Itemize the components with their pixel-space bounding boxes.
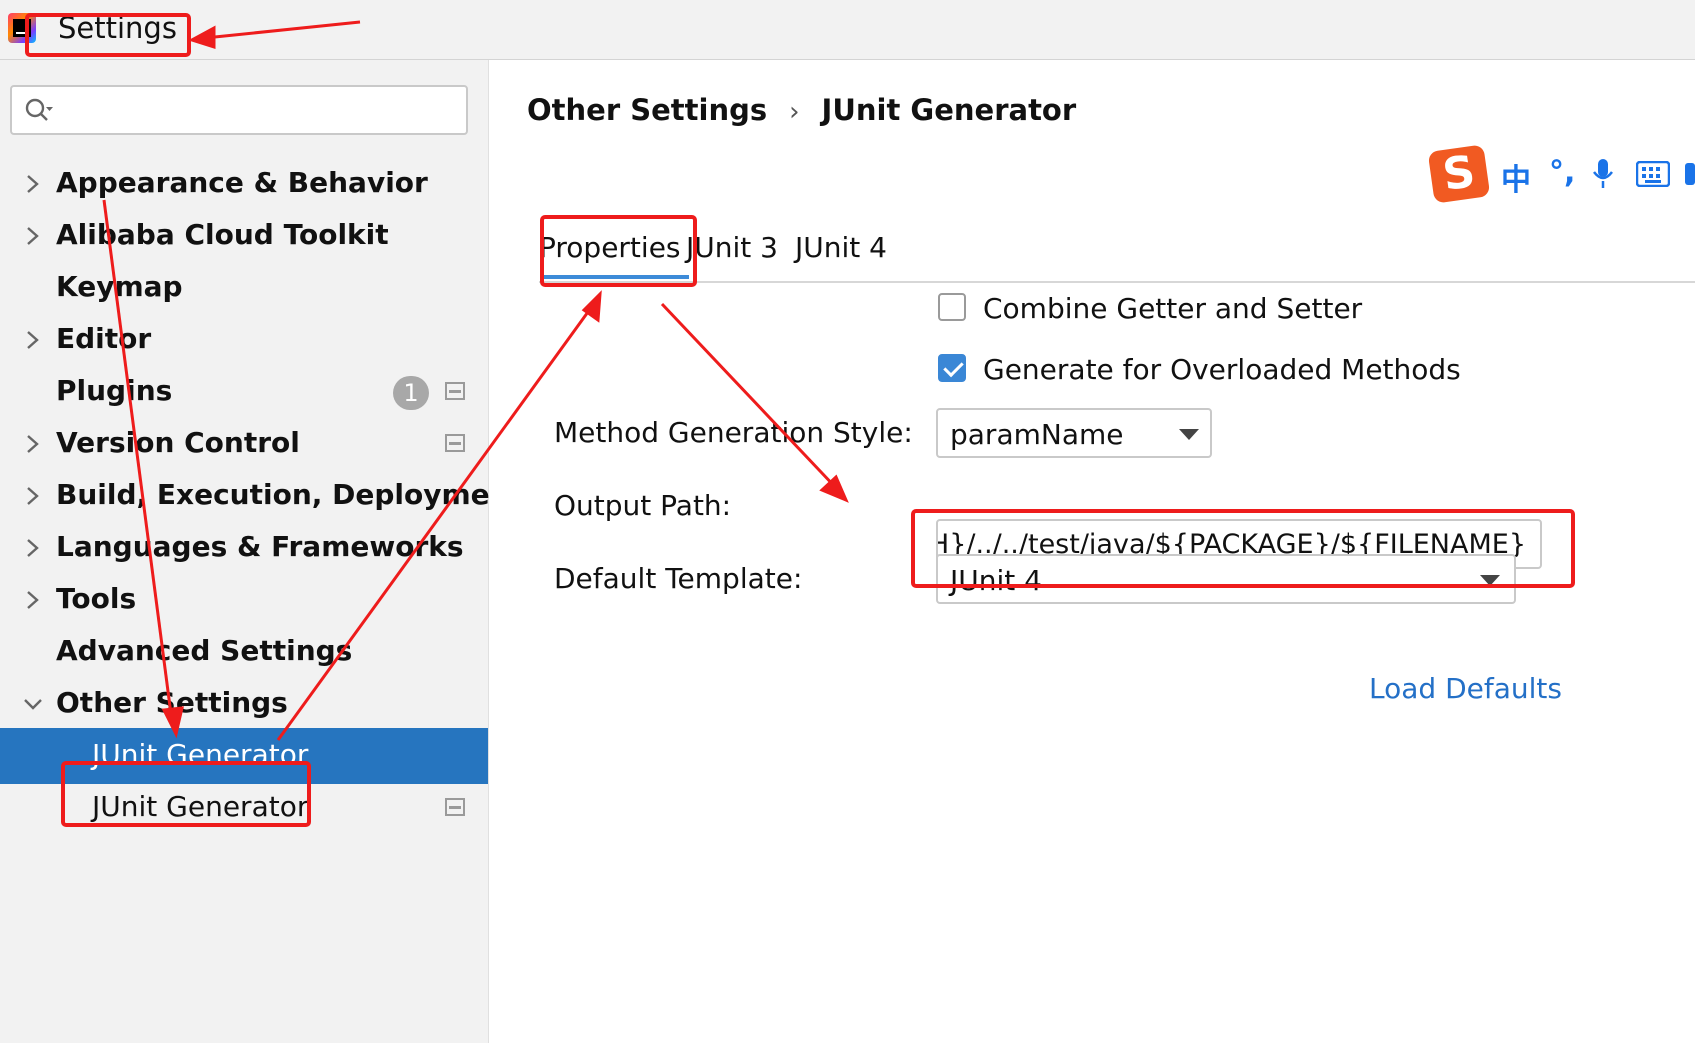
project-level-icon — [445, 434, 465, 452]
project-level-icon — [445, 382, 465, 400]
title-bar: Settings — [0, 0, 1695, 60]
search-icon[interactable] — [24, 97, 54, 125]
default-template-value: JUnit 4 — [950, 564, 1042, 597]
settings-sidebar: Appearance & Behavior Alibaba Cloud Tool… — [0, 60, 523, 1043]
sidebar-item-label: Languages & Frameworks — [56, 530, 464, 563]
generate-overloaded-label[interactable]: Generate for Overloaded Methods — [983, 353, 1461, 386]
microphone-icon[interactable] — [1591, 157, 1615, 191]
sidebar-item-version-control[interactable]: Version Control — [0, 416, 488, 472]
search-input[interactable] — [66, 93, 460, 129]
tab-bar: Properties JUnit 3 JUnit 4 — [539, 225, 1695, 283]
project-level-icon — [445, 798, 465, 816]
default-template-label: Default Template: — [554, 562, 803, 595]
sidebar-item-junit-generator-project[interactable]: JUnit Generator — [0, 780, 488, 836]
chevron-right-icon[interactable] — [22, 484, 44, 508]
sidebar-item-other-settings[interactable]: Other Settings — [0, 676, 488, 732]
update-count-badge: 1 — [393, 376, 429, 410]
chevron-right-icon[interactable] — [22, 224, 44, 248]
sidebar-item-label: Editor — [56, 322, 152, 355]
sidebar-item-build-execution-deployment[interactable]: Build, Execution, Deployment — [0, 468, 523, 524]
tab-junit3[interactable]: JUnit 3 — [686, 231, 778, 264]
sidebar-item-label: Build, Execution, Deployment — [56, 478, 523, 511]
search-box[interactable] — [10, 85, 468, 135]
sidebar-item-label: Alibaba Cloud Toolkit — [56, 218, 389, 251]
combine-getter-setter-checkbox[interactable] — [938, 293, 966, 321]
sidebar-item-label: Version Control — [56, 426, 300, 459]
ime-toolbar: S 中 °, — [1423, 144, 1695, 204]
sidebar-item-editor[interactable]: Editor — [0, 312, 488, 368]
generate-overloaded-checkbox[interactable] — [938, 354, 966, 382]
chevron-down-icon[interactable] — [22, 692, 44, 716]
chevron-right-icon[interactable] — [22, 588, 44, 612]
method-style-label: Method Generation Style: — [554, 416, 913, 449]
sidebar-item-junit-generator-selected[interactable]: JUnit Generator — [0, 728, 488, 784]
sidebar-item-label: Advanced Settings — [56, 634, 353, 667]
breadcrumb-separator: › — [789, 97, 800, 127]
settings-content: Other Settings › JUnit Generator S 中 °, Pr… — [489, 60, 1695, 1043]
tab-junit4[interactable]: JUnit 4 — [795, 231, 887, 264]
sidebar-item-plugins[interactable]: Plugins 1 — [0, 364, 488, 420]
combine-getter-setter-label[interactable]: Combine Getter and Setter — [983, 292, 1362, 325]
dropdown-arrow-icon — [1480, 575, 1500, 586]
sidebar-item-appearance-behavior[interactable]: Appearance & Behavior — [0, 156, 488, 212]
breadcrumb: Other Settings › JUnit Generator — [527, 93, 1076, 127]
window-title: Settings — [58, 11, 177, 45]
sidebar-item-tools[interactable]: Tools — [0, 572, 488, 628]
sidebar-item-keymap[interactable]: Keymap — [0, 260, 488, 316]
default-template-select[interactable]: JUnit 4 — [936, 554, 1516, 604]
chevron-right-icon[interactable] — [22, 432, 44, 456]
breadcrumb-current: JUnit Generator — [821, 93, 1077, 127]
sidebar-item-label: JUnit Generator — [92, 738, 309, 771]
ime-more-icon[interactable] — [1685, 163, 1695, 185]
sidebar-item-label: Keymap — [56, 270, 183, 303]
chevron-right-icon[interactable] — [22, 172, 44, 196]
output-path-label: Output Path: — [554, 489, 732, 522]
keyboard-icon[interactable] — [1636, 161, 1670, 187]
sidebar-item-label: Appearance & Behavior — [56, 166, 428, 199]
sidebar-item-languages-frameworks[interactable]: Languages & Frameworks — [0, 520, 488, 576]
sogou-logo-icon[interactable]: S — [1427, 144, 1491, 204]
tab-properties[interactable]: Properties — [539, 231, 681, 264]
chevron-right-icon[interactable] — [22, 328, 44, 352]
sidebar-item-label: Other Settings — [56, 686, 288, 719]
ime-language-toggle[interactable]: 中 — [1501, 155, 1531, 199]
sidebar-item-label: Plugins — [56, 374, 173, 407]
sidebar-item-label: Tools — [56, 582, 137, 615]
active-tab-indicator — [543, 275, 689, 279]
sidebar-item-alibaba-cloud-toolkit[interactable]: Alibaba Cloud Toolkit — [0, 208, 488, 264]
method-style-select[interactable]: paramName — [936, 408, 1212, 458]
chevron-right-icon[interactable] — [22, 536, 44, 560]
dropdown-arrow-icon — [1179, 429, 1199, 440]
method-style-value: paramName — [950, 418, 1124, 451]
ime-punctuation-toggle[interactable]: °, — [1549, 155, 1575, 190]
load-defaults-link[interactable]: Load Defaults — [1369, 672, 1562, 705]
intellij-app-icon — [8, 13, 36, 43]
sidebar-item-advanced-settings[interactable]: Advanced Settings — [0, 624, 488, 680]
breadcrumb-parent[interactable]: Other Settings — [527, 93, 767, 127]
sidebar-item-label: JUnit Generator — [92, 790, 309, 823]
